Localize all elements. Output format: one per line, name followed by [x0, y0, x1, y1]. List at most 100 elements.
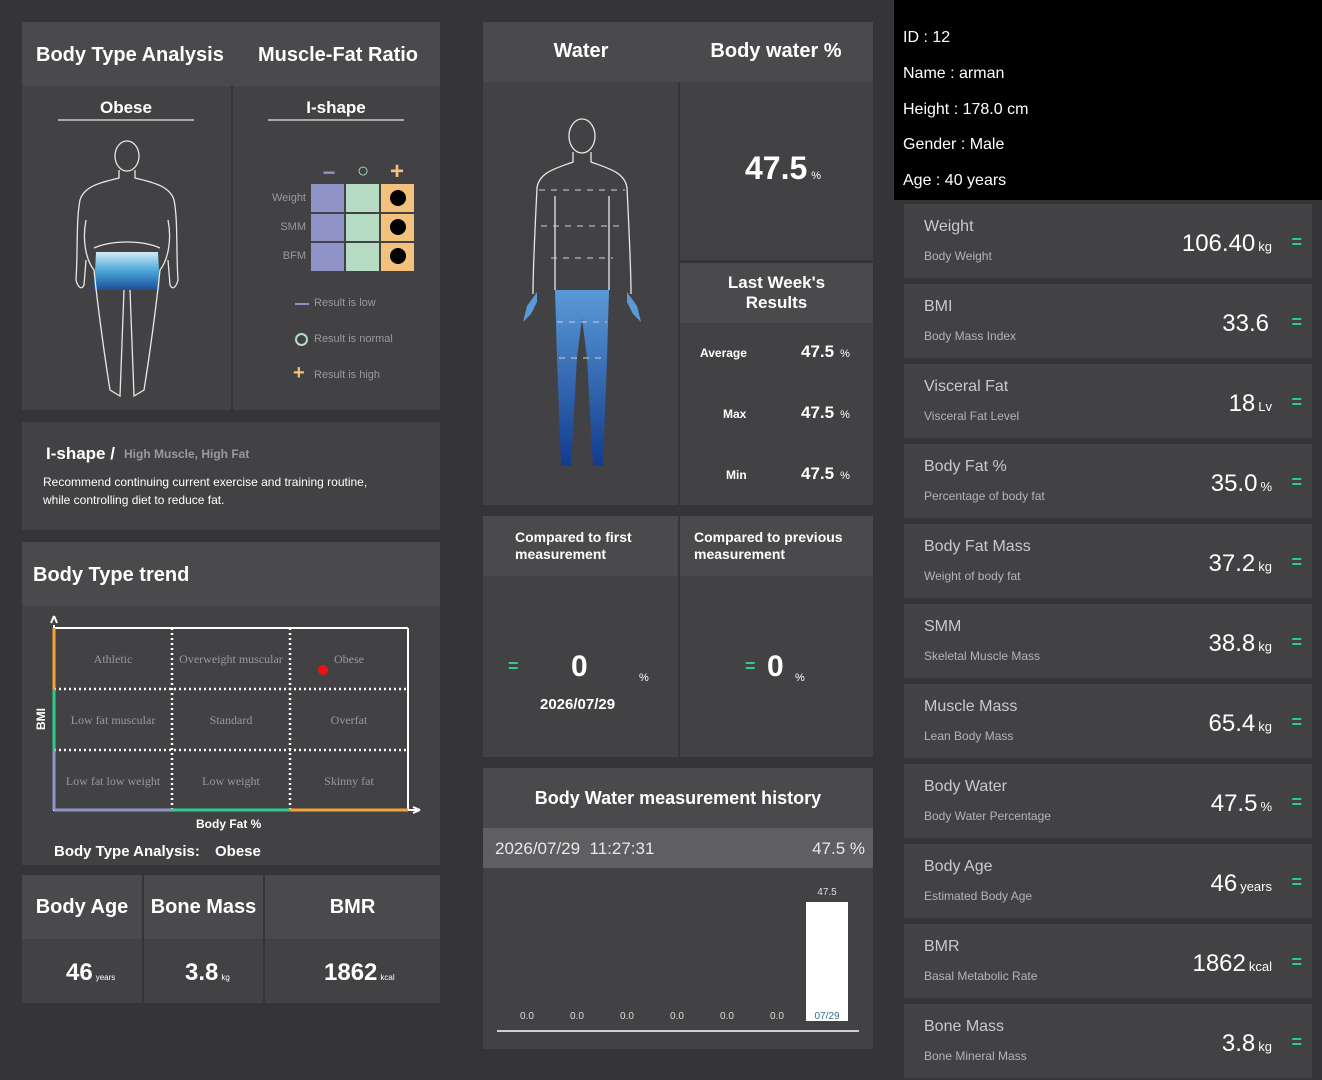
metric-title: Body Age	[924, 858, 993, 875]
cell-low-fat-muscular: Low fat muscular	[70, 713, 156, 727]
average-unit: %	[840, 348, 850, 360]
metric-card[interactable]: Body Fat % Percentage of body fat 35.0% =	[904, 444, 1312, 518]
prev-title-2: measurement	[694, 546, 786, 562]
ratio-grid	[311, 184, 415, 271]
shape-label: I-shape	[306, 98, 366, 117]
normal-column	[346, 184, 379, 271]
history-row[interactable]: 2026/07/29 11:27:31 47.5 %	[483, 828, 873, 868]
bmr-number: 1862	[324, 959, 378, 986]
bone-mass-unit: kg	[221, 973, 230, 982]
metric-unit: kg	[1258, 239, 1272, 254]
max-number: 47.5	[801, 403, 835, 422]
bar-value-label: 47.5	[817, 887, 837, 898]
history-bar	[806, 902, 848, 1021]
recommend-text-1: Recommend continuing current exercise an…	[43, 475, 368, 489]
recommendation-panel: I-shape / High Muscle, High Fat Recommen…	[22, 422, 440, 530]
history-bar-chart: 0.0 0.0 0.0 0.0 0.0 0.0 47.5 07/29	[483, 868, 873, 1049]
metric-card[interactable]: Weight Body Weight 106.40 kg =	[904, 204, 1312, 278]
metric-card[interactable]: BMI Body Mass Index 33.6 =	[904, 284, 1312, 358]
bmr-card: BMR 1862 kcal	[265, 875, 440, 1003]
metric-card[interactable]: Bone Mass Bone Mineral Mass 3.8 kg =	[904, 1004, 1312, 1078]
high-symbol: +	[389, 158, 404, 185]
bar-value-label: 0.0	[770, 1011, 784, 1022]
metric-unit: kg	[1258, 639, 1272, 654]
metric-value: 65.4 kg	[1209, 710, 1272, 738]
metric-number: 65.4	[1208, 710, 1256, 737]
bar-value-label: 0.0	[620, 1011, 634, 1022]
min-number: 47.5	[801, 464, 835, 483]
metric-number: 33.6	[1222, 310, 1269, 337]
cell-obese: Obese	[334, 652, 364, 666]
first-value: 0	[571, 650, 588, 683]
prev-value: 0	[767, 650, 784, 683]
history-row-value: 47.5 %	[812, 839, 865, 858]
metric-number: 18	[1228, 390, 1256, 417]
metric-title: Bone Mass	[924, 1018, 1005, 1035]
normal-symbol: ○	[356, 160, 370, 182]
shape-underline	[268, 119, 404, 121]
metric-subtitle: Body Water Percentage	[924, 809, 1051, 823]
metric-subtitle: Visceral Fat Level	[924, 409, 1020, 423]
body-type-title: Body Type Analysis	[36, 44, 224, 66]
metric-value: 37.2 kg	[1209, 550, 1272, 578]
recommend-subtitle: High Muscle, High Fat	[124, 447, 250, 461]
panel-divider	[231, 86, 233, 410]
metric-unit: %	[1260, 799, 1272, 814]
metric-status-icon: =	[1291, 872, 1302, 892]
prev-title-1: Compared to previous	[694, 529, 843, 545]
bar-category-label: 07/29	[814, 1011, 839, 1022]
body-age-card: Body Age 46 years	[22, 875, 142, 1003]
metric-card[interactable]: BMR Basal Metabolic Rate 1862 kcal =	[904, 924, 1312, 998]
metric-status-icon: =	[1291, 392, 1302, 412]
trend-result-label: Body Type Analysis:	[54, 843, 200, 860]
metric-card[interactable]: Body Fat Mass Weight of body fat 37.2 kg =	[904, 524, 1312, 598]
min-unit: %	[840, 470, 850, 482]
first-unit: %	[639, 672, 649, 684]
last-week-title-1: Last Week's	[727, 273, 826, 292]
metric-subtitle: Percentage of body fat	[924, 489, 1045, 503]
body-age-title: Body Age	[35, 896, 129, 918]
metric-number: 37.2	[1208, 550, 1256, 577]
metric-subtitle: Skeletal Muscle Mass	[924, 649, 1041, 663]
profile-panel: ID : 12 Name : arman Height : 178.0 cm G…	[894, 0, 1322, 200]
metric-unit: Lv	[1258, 399, 1272, 414]
low-symbol: −	[322, 160, 336, 185]
body-age-number: 46	[66, 959, 93, 986]
metric-card[interactable]: SMM Skeletal Muscle Mass 38.8 kg =	[904, 604, 1312, 678]
metric-status-icon: =	[1291, 312, 1302, 332]
body-type-label: Obese	[100, 98, 152, 117]
obese-body-figure	[75, 140, 179, 398]
metric-value: 18 Lv	[1229, 390, 1272, 418]
bone-mass-value: 3.8 kg	[185, 959, 230, 987]
first-title-2: measurement	[515, 546, 607, 562]
metric-unit: %	[1260, 479, 1272, 494]
metric-status-icon: =	[1291, 952, 1302, 972]
metric-title: BMI	[924, 298, 953, 315]
first-title-1: Compared to first	[515, 529, 632, 545]
metric-number: 46	[1210, 870, 1238, 897]
bmr-title: BMR	[329, 896, 376, 918]
metric-card[interactable]: Body Age Estimated Body Age 46 years =	[904, 844, 1312, 918]
metric-title: Weight	[924, 218, 974, 235]
body-type-trend-panel: Body Type trend Athletic Overweight musc…	[22, 542, 440, 865]
metric-value: 33.6	[1222, 310, 1272, 338]
metric-unit: kg	[1258, 1039, 1272, 1054]
metric-title: Body Water	[924, 778, 1007, 795]
metric-value: 35.0%	[1211, 470, 1272, 498]
bar-value-label: 0.0	[570, 1011, 584, 1022]
metric-title: Muscle Mass	[924, 698, 1018, 715]
metric-title: Body Fat %	[924, 458, 1007, 475]
cell-overfat: Overfat	[330, 713, 368, 727]
bmr-value: 1862 kcal	[324, 959, 395, 987]
prev-status-icon: =	[745, 656, 756, 676]
metric-status-icon: =	[1291, 232, 1302, 252]
bone-mass-number: 3.8	[185, 959, 219, 986]
metric-card[interactable]: Muscle Mass Lean Body Mass 65.4 kg =	[904, 684, 1312, 758]
legend-normal-mark	[295, 333, 308, 346]
body-water-pct-title: Body water %	[710, 40, 842, 62]
bar-value-label: 0.0	[520, 1011, 534, 1022]
metric-card[interactable]: Body Water Body Water Percentage 47.5% =	[904, 764, 1312, 838]
metric-card[interactable]: Visceral Fat Visceral Fat Level 18 Lv =	[904, 364, 1312, 438]
trend-result-value: Obese	[215, 843, 261, 860]
row-divider	[311, 241, 415, 243]
